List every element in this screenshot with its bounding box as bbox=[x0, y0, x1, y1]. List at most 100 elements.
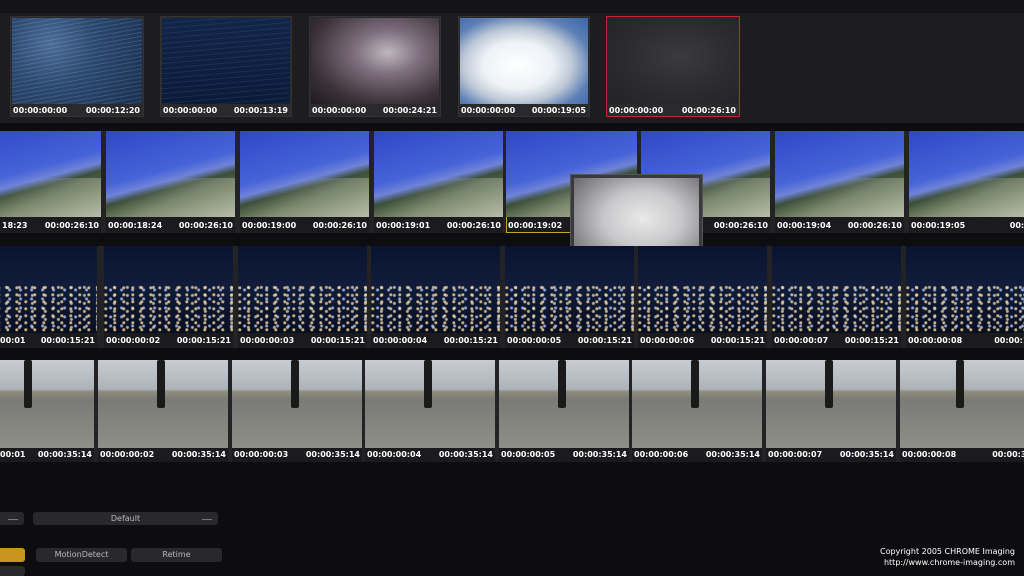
frame-timecode-right: 00:00:35:14 bbox=[438, 450, 493, 459]
frame-timecode-right: 00:00:26:10 bbox=[44, 221, 99, 230]
strip-frame[interactable]: 00:00:19:00 00:00:26:10 bbox=[240, 131, 369, 233]
strip-frame[interactable]: 00:00:00:04 00:00:15:21 bbox=[371, 246, 500, 348]
frame-timecode-right: 00:00:15:21 bbox=[577, 336, 632, 345]
frame-timecode-left: 00:00:19:02 bbox=[508, 221, 563, 230]
frame-timecode-right: 00:00:15:21 bbox=[443, 336, 498, 345]
strip-frame[interactable]: 00:01 00:00:35:14 bbox=[0, 360, 94, 462]
runway-frame-icon bbox=[0, 360, 94, 448]
frame-timecode-right: 00:00:35:14 bbox=[572, 450, 627, 459]
night-city-frame-icon bbox=[505, 246, 634, 333]
frame-timecode-right: 00:00:26:10 bbox=[713, 221, 768, 230]
strip-frame[interactable]: 00:00:00:06 00:00:35:14 bbox=[632, 360, 762, 462]
frame-timecode-left: 00:00:00:03 bbox=[240, 336, 295, 345]
clip-out-timecode: 00:00:26:10 bbox=[681, 106, 736, 115]
strip-frame[interactable]: 00:00:19:05 00:00:2 bbox=[909, 131, 1024, 233]
frame-timecode-right: 00:00:15:21 bbox=[40, 336, 95, 345]
storm-clouds-thumbnail-icon bbox=[311, 18, 439, 104]
clip-in-timecode: 00:00:00:00 bbox=[312, 106, 367, 115]
frame-timecode-left: 00:01 bbox=[0, 450, 26, 459]
clip-out-timecode: 00:00:24:21 bbox=[382, 106, 437, 115]
frame-timecode-right: 00:00:26:10 bbox=[312, 221, 367, 230]
frame-timecode-left: 00:00:19:01 bbox=[376, 221, 431, 230]
strip-frame[interactable]: 00:00:00:08 00:00:35 bbox=[900, 360, 1024, 462]
ocean-thumbnail-icon bbox=[12, 18, 142, 104]
cumulus-thumbnail-icon bbox=[460, 18, 588, 104]
dropdown-dash-icon bbox=[202, 518, 212, 520]
frame-timecode-right: 00:00:35:14 bbox=[37, 450, 92, 459]
strip-frame[interactable]: 00:00:00:03 00:00:35:14 bbox=[232, 360, 362, 462]
frame-timecode-right: 00:00:35:14 bbox=[305, 450, 360, 459]
filmstrip-runway: 00:01 00:00:35:14 00:00:00:02 00:00:35:1… bbox=[0, 360, 1024, 462]
top-bar bbox=[0, 0, 1024, 13]
strip-frame[interactable]: 00:00:19:04 00:00:26:10 bbox=[775, 131, 904, 233]
retime-button[interactable]: Retime bbox=[131, 548, 222, 562]
mountain-frame-icon bbox=[374, 131, 503, 217]
strip-frame[interactable]: 00:00:00:07 00:00:35:14 bbox=[766, 360, 896, 462]
night-city-frame-icon bbox=[0, 246, 97, 333]
strip-frame[interactable]: 00:00:00:02 00:00:35:14 bbox=[98, 360, 228, 462]
mountain-frame-icon bbox=[0, 131, 101, 217]
frame-timecode-right: 00:00:15:21 bbox=[844, 336, 899, 345]
clip-bin-3[interactable]: 00:00:00:00 00:00:19:05 bbox=[458, 16, 590, 117]
clip-bin-0[interactable]: 00:00:00:00 00:00:12:20 bbox=[10, 16, 144, 117]
fog-thumbnail-icon bbox=[608, 18, 738, 104]
frame-timecode-right: 00:00:35:14 bbox=[705, 450, 760, 459]
strip-frame[interactable]: 00:00:00:08 00:00:15 bbox=[906, 246, 1024, 348]
secondary-mode-button[interactable] bbox=[0, 566, 25, 576]
strip-frame[interactable]: 00:01 00:00:15:21 bbox=[0, 246, 97, 348]
runway-frame-icon bbox=[900, 360, 1024, 448]
frame-timecode-left: 00:00:00:07 bbox=[774, 336, 829, 345]
strip-frame[interactable]: 00:00:00:05 00:00:15:21 bbox=[505, 246, 634, 348]
strip-frame[interactable]: 00:00:00:04 00:00:35:14 bbox=[365, 360, 495, 462]
clip-out-timecode: 00:00:19:05 bbox=[531, 106, 586, 115]
strip-frame[interactable]: 00:00:00:03 00:00:15:21 bbox=[238, 246, 367, 348]
filmstrip-aerial-mountain: 18:23 00:00:26:10 00:00:18:24 00:00:26:1… bbox=[0, 131, 1024, 233]
strip-frame[interactable]: 00:00:19:01 00:00:26:10 bbox=[374, 131, 503, 233]
copyright-line: Copyright 2005 CHROME Imaging bbox=[880, 547, 1015, 556]
frame-timecode-left: 00:00:19:05 bbox=[911, 221, 966, 230]
frame-timecode-right: 00:00:2 bbox=[1009, 221, 1024, 230]
filmstrip-night-city: 00:01 00:00:15:21 00:00:00:02 00:00:15:2… bbox=[0, 246, 1024, 348]
frame-timecode-left: 00:00:00:04 bbox=[373, 336, 428, 345]
mountain-frame-icon bbox=[775, 131, 904, 217]
mountain-frame-icon bbox=[240, 131, 369, 217]
clip-out-timecode: 00:00:13:19 bbox=[233, 106, 288, 115]
frame-timecode-right: 00:00:15:21 bbox=[710, 336, 765, 345]
strip-frame[interactable]: 00:00:18:24 00:00:26:10 bbox=[106, 131, 235, 233]
runway-frame-icon bbox=[499, 360, 629, 448]
clip-out-timecode: 00:00:12:20 bbox=[85, 106, 140, 115]
night-city-frame-icon bbox=[906, 246, 1024, 333]
frame-timecode-left: 00:00:00:06 bbox=[634, 450, 689, 459]
frame-timecode-right: 00:00:15:21 bbox=[176, 336, 231, 345]
preset-dropdown[interactable]: Default bbox=[33, 512, 218, 525]
motion-detect-button[interactable]: MotionDetect bbox=[36, 548, 127, 562]
night-city-frame-icon bbox=[238, 246, 367, 333]
frame-timecode-left: 00:00:00:05 bbox=[501, 450, 556, 459]
website-url: http://www.chrome-imaging.com bbox=[883, 558, 1015, 567]
retime-label: Retime bbox=[162, 550, 191, 559]
clip-bin-2[interactable]: 00:00:00:00 00:00:24:21 bbox=[309, 16, 441, 117]
frame-timecode-left: 00:00:00:04 bbox=[367, 450, 422, 459]
left-slider-control[interactable] bbox=[0, 512, 24, 525]
strip-frame[interactable]: 00:00:00:05 00:00:35:14 bbox=[499, 360, 629, 462]
strip-frame[interactable]: 18:23 00:00:26:10 bbox=[0, 131, 101, 233]
strip-frame[interactable]: 00:00:00:07 00:00:15:21 bbox=[772, 246, 901, 348]
clip-bin-1[interactable]: 00:00:00:00 00:00:13:19 bbox=[160, 16, 292, 117]
runway-frame-icon bbox=[98, 360, 228, 448]
clip-in-timecode: 00:00:00:00 bbox=[163, 106, 218, 115]
active-mode-button[interactable] bbox=[0, 548, 25, 562]
frame-timecode-left: 00:00:00:07 bbox=[768, 450, 823, 459]
frame-timecode-right: 00:00:26:10 bbox=[847, 221, 902, 230]
frame-timecode-left: 00:00:00:02 bbox=[100, 450, 155, 459]
clip-bin-4-selected[interactable]: 00:00:00:00 00:00:26:10 bbox=[606, 16, 740, 117]
strip-frame[interactable]: 00:00:00:02 00:00:15:21 bbox=[104, 246, 233, 348]
dark-ocean-thumbnail-icon bbox=[162, 18, 290, 104]
clip-in-timecode: 00:00:00:00 bbox=[13, 106, 68, 115]
strip-frame[interactable]: 00:00:00:06 00:00:15:21 bbox=[638, 246, 767, 348]
night-city-frame-icon bbox=[104, 246, 233, 333]
frame-timecode-left: 18:23 bbox=[2, 221, 28, 230]
motion-detect-label: MotionDetect bbox=[54, 550, 109, 559]
slider-dash-icon bbox=[8, 518, 18, 520]
night-city-frame-icon bbox=[772, 246, 901, 333]
frame-timecode-left: 00:00:00:08 bbox=[902, 450, 957, 459]
